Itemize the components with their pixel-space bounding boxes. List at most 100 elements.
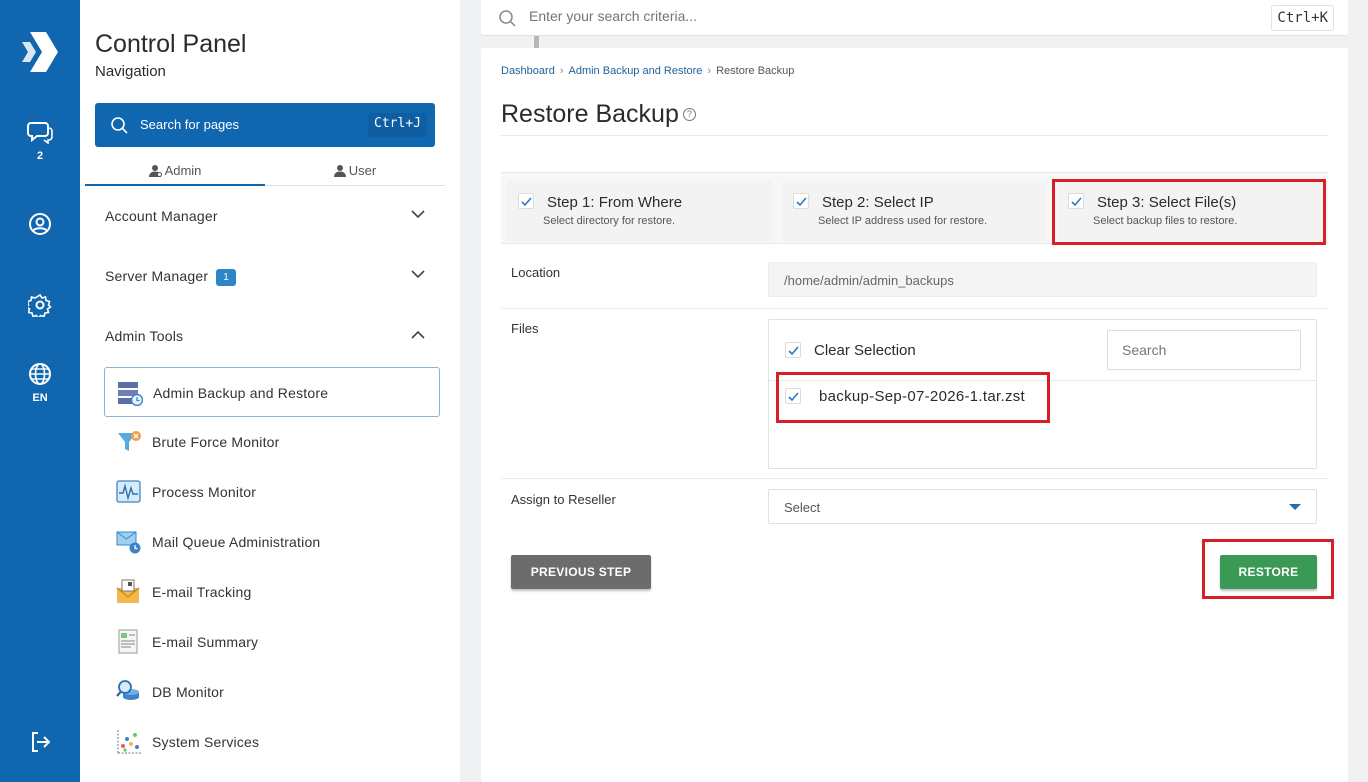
location-label: Location xyxy=(511,265,561,280)
tab-admin[interactable]: Admin xyxy=(85,158,265,186)
page-search-shortcut: Ctrl+J xyxy=(368,113,427,137)
tab-user-label: User xyxy=(348,163,377,178)
chat-icon xyxy=(27,122,53,144)
logout-icon xyxy=(32,732,51,752)
nav-item-process-monitor[interactable]: Process Monitor xyxy=(104,467,440,517)
page-search-button[interactable]: Search for pages Ctrl+J xyxy=(95,103,435,147)
nav-item-label: System Services xyxy=(152,734,260,750)
files-label: Files xyxy=(511,321,539,336)
breadcrumb-current: Restore Backup xyxy=(716,65,795,77)
nav-item-mail-queue[interactable]: Mail Queue Administration xyxy=(104,517,440,567)
files-header: Clear Selection xyxy=(769,320,1316,381)
section-account-manager[interactable]: Account Manager xyxy=(105,208,425,224)
clear-selection-label[interactable]: Clear Selection xyxy=(814,342,916,359)
nav-item-db-monitor[interactable]: DB Monitor xyxy=(104,667,440,717)
breadcrumb: Dashboard › Admin Backup and Restore › Resto… xyxy=(501,65,794,77)
gear-icon xyxy=(28,293,52,317)
clear-selection-checkbox[interactable] xyxy=(785,342,801,358)
step-check-icon xyxy=(518,193,534,209)
step-check-icon xyxy=(1068,193,1084,209)
left-rail: 2 EN xyxy=(0,0,80,782)
step-desc: Select directory for restore. xyxy=(543,215,676,227)
global-search-input[interactable] xyxy=(529,8,1129,24)
nav-item-email-tracking[interactable]: E-mail Tracking xyxy=(104,567,440,617)
breadcrumb-separator-icon: › xyxy=(559,65,564,77)
nav-item-label: Admin Backup and Restore xyxy=(153,385,329,401)
step-3[interactable]: Step 3: Select File(s) Select backup fil… xyxy=(1057,181,1322,241)
caret-down-icon xyxy=(1289,504,1301,510)
breadcrumb-separator-icon: › xyxy=(707,65,712,77)
search-icon xyxy=(111,117,128,134)
tab-user[interactable]: User xyxy=(265,158,445,186)
step-title: Step 2: Select IP xyxy=(822,194,934,211)
logo-icon[interactable] xyxy=(20,30,60,74)
file-checkbox[interactable] xyxy=(785,388,801,404)
files-search-input[interactable] xyxy=(1107,330,1301,370)
mail-clock-icon xyxy=(116,531,141,554)
rail-logout[interactable] xyxy=(0,730,80,754)
breadcrumb-admin-backup[interactable]: Admin Backup and Restore xyxy=(569,65,703,77)
chat-badge: 2 xyxy=(36,150,44,162)
app-subtitle: Navigation xyxy=(95,63,166,80)
nav-item-brute-force-monitor[interactable]: Brute Force Monitor xyxy=(104,417,440,467)
nav-item-label: Process Monitor xyxy=(152,484,257,500)
step-title: Step 3: Select File(s) xyxy=(1097,194,1237,211)
tab-admin-label: Admin xyxy=(164,163,202,178)
language-label: EN xyxy=(32,392,48,404)
step-2[interactable]: Step 2: Select IP Select IP address used… xyxy=(782,181,1047,241)
db-magnifier-icon xyxy=(116,680,139,700)
page-title: Restore Backup xyxy=(501,100,679,128)
nav-item-admin-backup-restore[interactable]: Admin Backup and Restore xyxy=(104,367,440,417)
section-label: Admin Tools xyxy=(105,328,184,344)
admin-user-icon xyxy=(148,165,162,177)
section-label: Account Manager xyxy=(105,208,218,224)
funnel-icon xyxy=(118,431,141,451)
scatter-services-icon xyxy=(117,730,141,754)
reseller-label: Assign to Reseller xyxy=(511,492,616,507)
rail-profile[interactable] xyxy=(0,212,80,236)
section-admin-tools[interactable]: Admin Tools xyxy=(105,328,425,344)
global-search-shortcut: Ctrl+K xyxy=(1271,5,1334,31)
user-icon xyxy=(333,165,346,177)
navigation-panel: Control Panel Navigation Search for page… xyxy=(80,0,540,782)
row-divider xyxy=(501,308,1328,309)
nav-item-system-services[interactable]: System Services xyxy=(104,717,440,767)
rail-language[interactable]: EN xyxy=(0,362,80,404)
chevron-up-icon xyxy=(411,330,425,339)
chevron-down-icon xyxy=(411,270,425,279)
section-label: Server Manager xyxy=(105,268,209,284)
row-divider xyxy=(501,478,1328,479)
page-search-placeholder: Search for pages xyxy=(140,117,240,132)
section-server-manager[interactable]: Server Manager 1 xyxy=(105,268,425,286)
file-name[interactable]: backup-Sep-07-2026-1.tar.zst xyxy=(819,388,1025,405)
nav-item-label: Mail Queue Administration xyxy=(152,534,321,550)
user-circle-icon xyxy=(29,213,51,235)
breadcrumb-dashboard[interactable]: Dashboard xyxy=(501,65,555,77)
reseller-select[interactable]: Select xyxy=(768,489,1317,524)
document-summary-icon xyxy=(118,629,138,654)
backup-icon xyxy=(118,382,143,406)
global-search-bar: Ctrl+K xyxy=(481,0,1348,36)
rail-chat[interactable]: 2 xyxy=(0,120,80,162)
restore-backup-card: Dashboard › Admin Backup and Restore › Resto… xyxy=(481,48,1348,782)
nav-item-label: E-mail Tracking xyxy=(152,584,252,600)
files-list: Clear Selection backup-Sep-07-2026-1.tar… xyxy=(768,319,1317,469)
pulse-monitor-icon xyxy=(116,480,141,503)
nav-item-label: Brute Force Monitor xyxy=(152,434,280,450)
step-desc: Select backup files to restore. xyxy=(1093,215,1238,227)
step-title: Step 1: From Where xyxy=(547,194,683,211)
restore-button[interactable]: RESTORE xyxy=(1220,555,1317,589)
previous-step-button[interactable]: PREVIOUS STEP xyxy=(511,555,651,589)
role-tabs: Admin User xyxy=(85,158,445,186)
server-manager-badge: 1 xyxy=(216,269,236,286)
help-icon[interactable]: ? xyxy=(682,108,696,121)
rail-settings[interactable] xyxy=(0,293,80,317)
nav-item-email-summary[interactable]: E-mail Summary xyxy=(104,617,440,667)
globe-icon xyxy=(29,363,51,385)
step-1[interactable]: Step 1: From Where Select directory for … xyxy=(507,181,772,241)
nav-item-label: E-mail Summary xyxy=(152,634,259,650)
step-desc: Select IP address used for restore. xyxy=(818,215,988,227)
location-field: /home/admin/admin_backups xyxy=(768,262,1317,297)
nav-item-label: DB Monitor xyxy=(152,684,225,700)
page-title-wrap: Restore Backup? xyxy=(501,100,696,129)
